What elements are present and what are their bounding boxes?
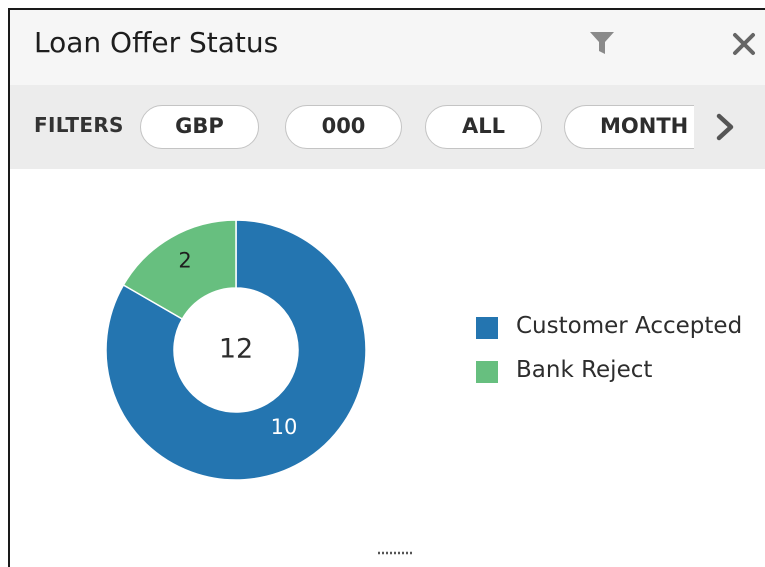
period-filter-chip[interactable]: MONTH xyxy=(564,105,694,149)
legend-swatch-customer-accepted xyxy=(476,317,498,339)
donut-chart: 10 2 12 xyxy=(105,219,367,481)
donut-total-label: 12 xyxy=(219,334,253,365)
loan-offer-status-widget: Loan Offer Status FILTERS GBP 000 ALL MO… xyxy=(8,8,765,567)
donut-value-label-customer-accepted: 10 xyxy=(271,415,298,439)
close-icon[interactable] xyxy=(730,30,758,58)
legend-label-customer-accepted: Customer Accepted xyxy=(516,313,743,339)
chevron-right-icon[interactable] xyxy=(710,111,740,143)
legend-swatch-bank-reject xyxy=(476,361,498,383)
drag-handle-icon[interactable] xyxy=(378,551,414,555)
legend-label-bank-reject: Bank Reject xyxy=(516,357,653,383)
filter-icon[interactable] xyxy=(588,30,616,56)
donut-value-label-bank-reject: 2 xyxy=(178,249,191,273)
